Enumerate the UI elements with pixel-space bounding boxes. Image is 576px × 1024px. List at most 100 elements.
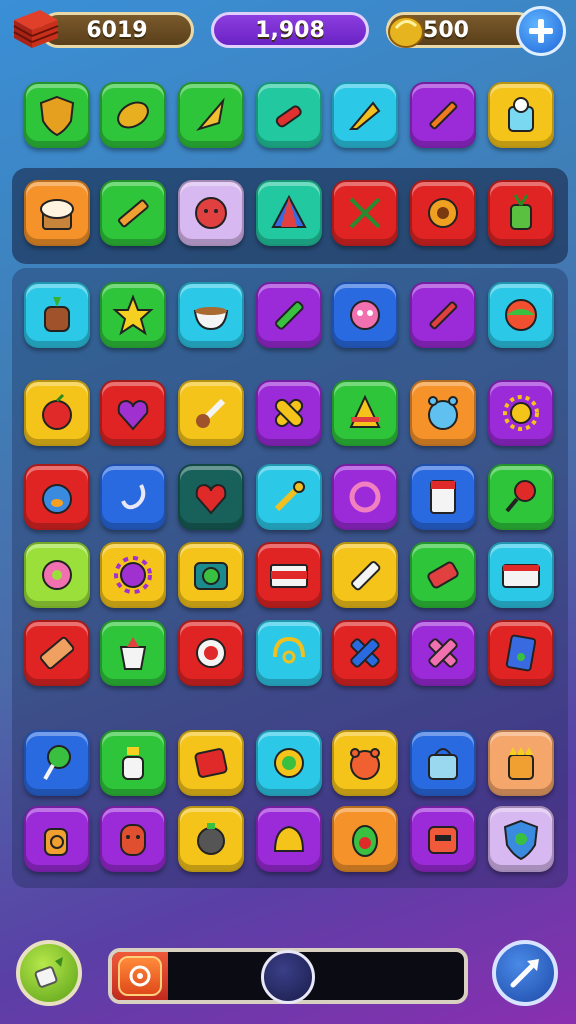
grid-tile[interactable] xyxy=(256,464,322,530)
hat-icon xyxy=(349,394,381,428)
marker-icon xyxy=(275,301,304,330)
jug-icon xyxy=(44,828,68,856)
grid-tile[interactable] xyxy=(178,620,244,686)
grid-tile[interactable] xyxy=(178,730,244,796)
crayon-icon xyxy=(117,199,149,228)
progress-slider-thumb[interactable] xyxy=(261,950,315,1004)
card-icon xyxy=(430,480,456,514)
grid-tile[interactable] xyxy=(256,620,322,686)
grid-tile[interactable] xyxy=(24,730,90,796)
grid-tile[interactable] xyxy=(178,542,244,608)
add-currency-button[interactable] xyxy=(516,6,566,56)
grid-tile[interactable] xyxy=(488,282,554,348)
virus-icon xyxy=(114,556,152,594)
cup-icon xyxy=(508,97,534,132)
cross-icon xyxy=(350,638,380,668)
panel-icon xyxy=(502,564,540,588)
grid-tile[interactable] xyxy=(178,806,244,872)
grid-tile[interactable] xyxy=(256,380,322,446)
grid-tile[interactable] xyxy=(256,806,322,872)
tent-icon xyxy=(271,194,307,228)
grid-tile[interactable] xyxy=(100,380,166,446)
star-icon xyxy=(112,294,154,336)
ball-icon xyxy=(505,299,537,331)
grid-tile[interactable] xyxy=(410,730,476,796)
grid-tile[interactable] xyxy=(24,282,90,348)
grid-tile[interactable] xyxy=(488,82,554,148)
progress-item-icon xyxy=(118,956,162,996)
paint-tool-button[interactable] xyxy=(16,940,82,1006)
target-icon xyxy=(196,638,226,668)
gems-value: 1,908 xyxy=(255,17,325,43)
grid-tile[interactable] xyxy=(24,542,90,608)
grid-tile[interactable] xyxy=(332,282,398,348)
grid-tile[interactable] xyxy=(332,464,398,530)
grid-tile[interactable] xyxy=(100,282,166,348)
grid-tile[interactable] xyxy=(100,620,166,686)
grid-tile[interactable] xyxy=(256,282,322,348)
coins-value: 6019 xyxy=(86,17,148,43)
bandage-icon xyxy=(274,398,304,428)
grid-tile[interactable] xyxy=(24,806,90,872)
grid-tile[interactable] xyxy=(332,806,398,872)
grid-tile[interactable] xyxy=(332,82,398,148)
grid-tile[interactable] xyxy=(410,464,476,530)
grid-tile[interactable] xyxy=(488,620,554,686)
shield-icon xyxy=(39,95,75,137)
grid-tile[interactable] xyxy=(488,806,554,872)
grid-tile[interactable] xyxy=(410,282,476,348)
grid-tile[interactable] xyxy=(332,730,398,796)
box-icon xyxy=(194,748,228,778)
grid-tile[interactable] xyxy=(332,380,398,446)
grid-tile[interactable] xyxy=(256,82,322,148)
grid-tile[interactable] xyxy=(332,180,398,246)
grid-tile[interactable] xyxy=(24,380,90,446)
battery-icon xyxy=(39,636,75,670)
grid-tile[interactable] xyxy=(488,464,554,530)
grid-tile[interactable] xyxy=(24,180,90,246)
grid-tile[interactable] xyxy=(410,542,476,608)
grid-tile[interactable] xyxy=(256,542,322,608)
grid-tile[interactable] xyxy=(488,180,554,246)
grid-tile[interactable] xyxy=(100,180,166,246)
grid-tile[interactable] xyxy=(24,464,90,530)
grid-tile[interactable] xyxy=(256,180,322,246)
brush-icon xyxy=(196,398,226,428)
grid-tile[interactable] xyxy=(178,282,244,348)
grid-tile[interactable] xyxy=(100,730,166,796)
grid-tile[interactable] xyxy=(332,620,398,686)
grid-tile[interactable] xyxy=(488,730,554,796)
bear-icon xyxy=(350,748,380,780)
grid-tile[interactable] xyxy=(410,82,476,148)
grid-tile[interactable] xyxy=(178,82,244,148)
grid-tile[interactable] xyxy=(100,806,166,872)
camera-icon xyxy=(194,562,228,590)
grid-tile[interactable] xyxy=(488,380,554,446)
bell-icon xyxy=(273,825,305,852)
stripe-icon xyxy=(270,564,308,588)
grid-tile[interactable] xyxy=(410,620,476,686)
grid-tile[interactable] xyxy=(178,180,244,246)
pot-face-icon xyxy=(44,297,70,332)
grid-tile[interactable] xyxy=(178,464,244,530)
plus-icon xyxy=(529,19,553,43)
donut-icon xyxy=(42,560,72,590)
tube-icon xyxy=(427,561,459,589)
grid-tile[interactable] xyxy=(100,464,166,530)
grid-tile[interactable] xyxy=(100,542,166,608)
racket-icon xyxy=(505,480,536,513)
boost-button[interactable] xyxy=(492,940,558,1006)
grid-tile[interactable] xyxy=(178,380,244,446)
grid-tile[interactable] xyxy=(410,380,476,446)
dart-icon xyxy=(348,101,381,130)
grid-tile[interactable] xyxy=(488,542,554,608)
grid-tile[interactable] xyxy=(24,620,90,686)
grid-tile[interactable] xyxy=(100,82,166,148)
grid-tile[interactable] xyxy=(410,180,476,246)
muffin-icon xyxy=(40,199,74,230)
grid-tile[interactable] xyxy=(24,82,90,148)
grid-tile[interactable] xyxy=(410,806,476,872)
avocado-icon xyxy=(352,825,378,857)
grid-tile[interactable] xyxy=(332,542,398,608)
grid-tile[interactable] xyxy=(256,730,322,796)
